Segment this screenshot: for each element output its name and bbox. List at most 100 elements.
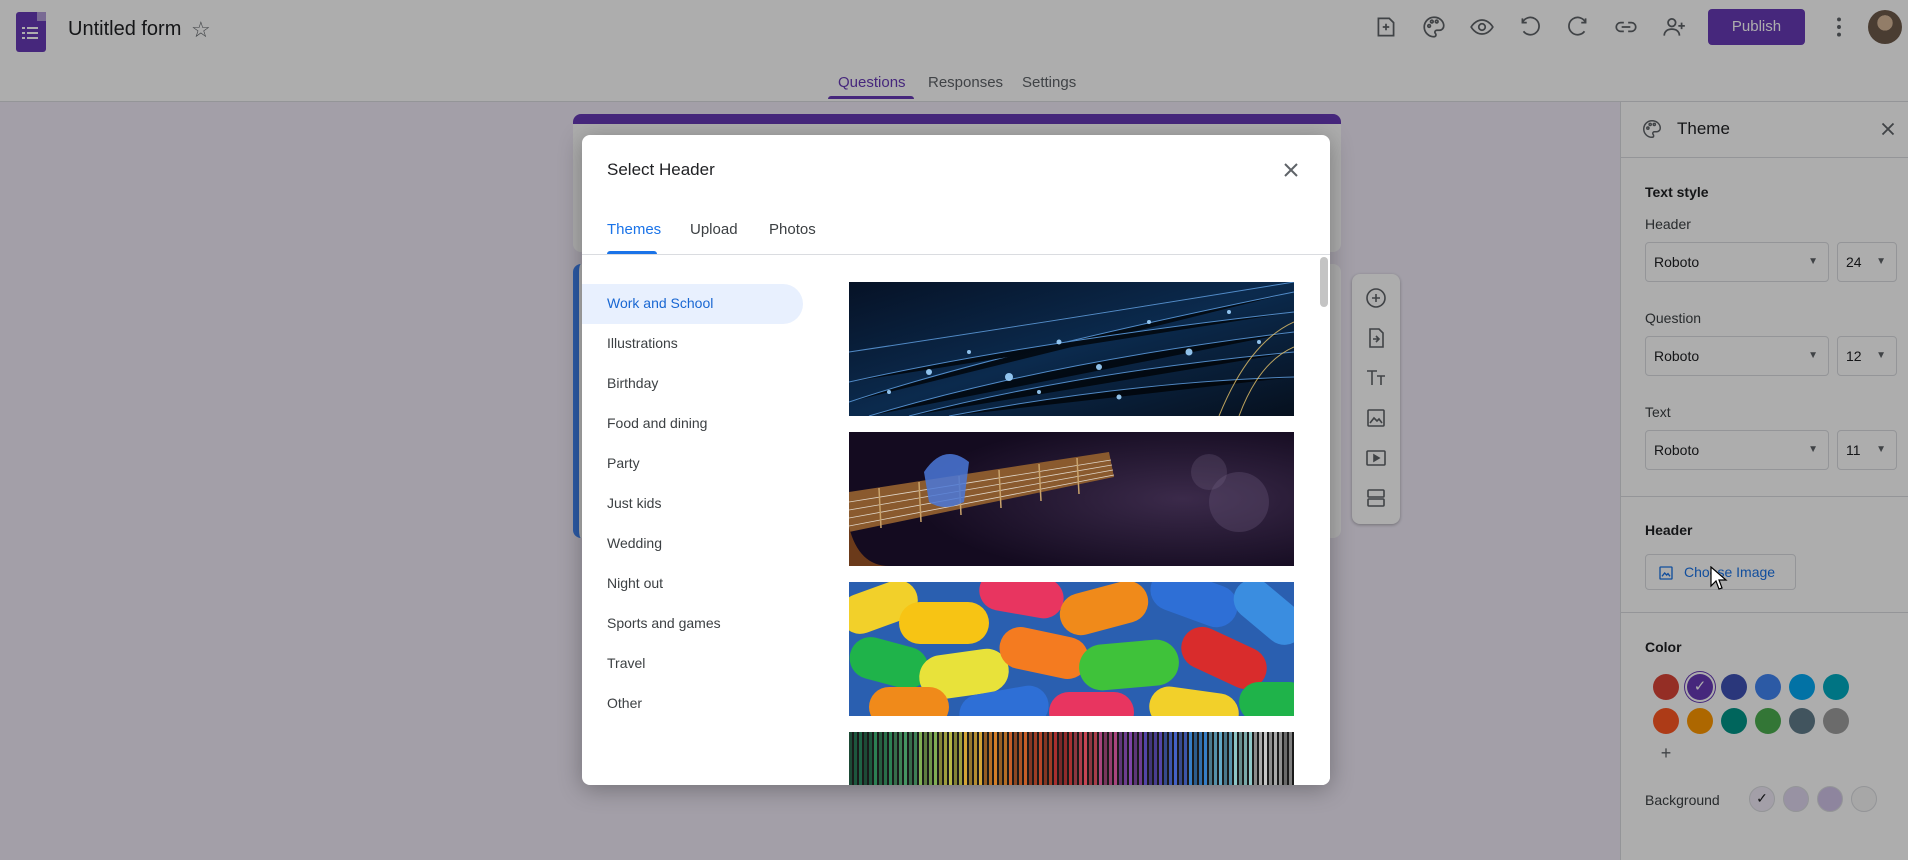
yarn-strand (1114, 732, 1117, 785)
yarn-strand (1264, 732, 1267, 785)
category-item[interactable]: Birthday (607, 375, 658, 391)
yarn-strand (1139, 732, 1142, 785)
yarn-strand (989, 732, 992, 785)
yarn-strand (1049, 732, 1052, 785)
yarn-strand (1024, 732, 1027, 785)
yarn-strand (1129, 732, 1132, 785)
category-item[interactable]: Illustrations (607, 335, 678, 351)
category-item[interactable]: Just kids (607, 495, 661, 511)
yarn-strand (1219, 732, 1222, 785)
mouse-cursor-icon (1710, 566, 1728, 590)
colorful-candy-image[interactable] (849, 582, 1294, 716)
close-icon[interactable] (1279, 158, 1303, 182)
yarn-strand (1254, 732, 1257, 785)
yarn-strand (924, 732, 927, 785)
colorful-yarn-image[interactable] (849, 732, 1294, 785)
yarn-strand (864, 732, 867, 785)
yarn-strand (1079, 732, 1082, 785)
yarn-strand (1179, 732, 1182, 785)
category-item[interactable]: Night out (607, 575, 663, 591)
yarn-strand (884, 732, 887, 785)
yarn-strand (1279, 732, 1282, 785)
yarn-strand (1284, 732, 1287, 785)
dialog-scrollbar-thumb[interactable] (1320, 257, 1328, 307)
category-item[interactable]: Food and dining (607, 415, 707, 431)
yarn-strand (1289, 732, 1292, 785)
yarn-strand (1019, 732, 1022, 785)
yarn-strand (1109, 732, 1112, 785)
yarn-strand (919, 732, 922, 785)
yarn-strand (1124, 732, 1127, 785)
yarn-strand (909, 732, 912, 785)
yarn-strand (899, 732, 902, 785)
dialog-title: Select Header (607, 160, 715, 179)
yarn-strand (1164, 732, 1167, 785)
yarn-strand (959, 732, 962, 785)
tab-photos[interactable]: Photos (769, 221, 816, 238)
yarn-strand (974, 732, 977, 785)
yarn-strand (1269, 732, 1272, 785)
yarn-strand (1034, 732, 1037, 785)
yarn-strand (1144, 732, 1147, 785)
yarn-strand (1039, 732, 1042, 785)
category-item[interactable]: Wedding (607, 535, 662, 551)
yarn-strand (954, 732, 957, 785)
yarn-strand (904, 732, 907, 785)
yarn-strand (1159, 732, 1162, 785)
yarn-strand (1044, 732, 1047, 785)
yarn-strand (1064, 732, 1067, 785)
yarn-strand (944, 732, 947, 785)
yarn-strand (994, 732, 997, 785)
yarn-strand (1004, 732, 1007, 785)
category-item[interactable]: Travel (607, 655, 645, 671)
category-item[interactable]: Other (607, 695, 642, 711)
category-item[interactable]: Party (607, 455, 640, 471)
yarn-strand (1094, 732, 1097, 785)
yarn-strand (894, 732, 897, 785)
yarn-strand (1199, 732, 1202, 785)
yarn-strand (1189, 732, 1192, 785)
tab-themes[interactable]: Themes (607, 221, 661, 238)
yarn-strand (859, 732, 862, 785)
yarn-strand (1174, 732, 1177, 785)
guitar-player-image[interactable] (849, 432, 1294, 566)
yarn-strand (1099, 732, 1102, 785)
yarn-strand (1274, 732, 1277, 785)
yarn-strand (1214, 732, 1217, 785)
fiber-optic-lights-image[interactable] (849, 282, 1294, 416)
yarn-strand (1009, 732, 1012, 785)
tab-upload[interactable]: Upload (690, 221, 738, 238)
yarn-strand (879, 732, 882, 785)
yarn-strand (1204, 732, 1207, 785)
yarn-strand (999, 732, 1002, 785)
yarn-strand (1169, 732, 1172, 785)
yarn-strand (1074, 732, 1077, 785)
yarn-strand (914, 732, 917, 785)
yarn-strand (874, 732, 877, 785)
yarn-strand (854, 732, 857, 785)
yarn-strand (939, 732, 942, 785)
yarn-strand (984, 732, 987, 785)
yarn-strand (1089, 732, 1092, 785)
yarn-strand (1229, 732, 1232, 785)
yarn-strand (1234, 732, 1237, 785)
yarn-strand (1104, 732, 1107, 785)
yarn-strand (1134, 732, 1137, 785)
select-header-dialog: Select Header Themes Upload Photos Work … (582, 135, 1330, 785)
yarn-strand (1069, 732, 1072, 785)
yarn-strand (934, 732, 937, 785)
category-item[interactable]: Work and School (607, 295, 713, 311)
yarn-strand (869, 732, 872, 785)
yarn-strand (1209, 732, 1212, 785)
yarn-strand (1084, 732, 1087, 785)
yarn-strand (1154, 732, 1157, 785)
yarn-strand (1029, 732, 1032, 785)
yarn-strand (949, 732, 952, 785)
dialog-scrollbar[interactable] (1318, 255, 1330, 785)
yarn-strand (1054, 732, 1057, 785)
yarn-strand (1224, 732, 1227, 785)
yarn-strand (1249, 732, 1252, 785)
yarn-strand (1119, 732, 1122, 785)
yarn-strand (979, 732, 982, 785)
category-item[interactable]: Sports and games (607, 615, 721, 631)
